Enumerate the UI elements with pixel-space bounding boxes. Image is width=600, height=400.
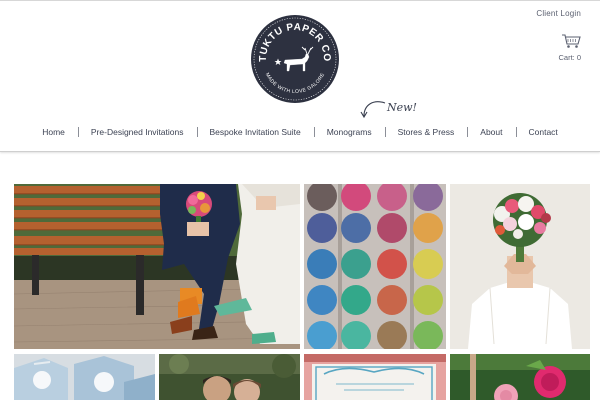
invitation-card-photo bbox=[304, 354, 446, 400]
nav-bespoke-invitation-suite[interactable]: Bespoke Invitation Suite bbox=[196, 126, 314, 138]
gallery-tile-invitation-card[interactable] bbox=[304, 354, 446, 400]
cart-label: Cart: 0 bbox=[558, 53, 581, 62]
nav-stores-press[interactable]: Stores & Press bbox=[384, 126, 468, 138]
site-logo[interactable]: TUKTU PAPER CO MADE WITH LOVE GALORE bbox=[250, 14, 340, 104]
woman-with-bouquet-photo bbox=[450, 184, 590, 349]
nav-about[interactable]: About bbox=[467, 126, 515, 138]
favor-boxes-photo bbox=[14, 354, 155, 400]
nav-monograms[interactable]: Monograms bbox=[313, 126, 385, 138]
nav-contact[interactable]: Contact bbox=[515, 126, 571, 138]
couple-portrait-photo bbox=[159, 354, 300, 400]
logo-badge: TUKTU PAPER CO MADE WITH LOVE GALORE bbox=[251, 15, 339, 103]
client-login-link[interactable]: Client Login bbox=[536, 9, 581, 18]
gallery-tile-couple-portrait[interactable] bbox=[159, 354, 300, 400]
gallery-tile-watercolor-palette[interactable] bbox=[304, 184, 446, 349]
nav-home[interactable]: Home bbox=[29, 126, 78, 138]
photo-gallery bbox=[0, 152, 600, 400]
main-nav: Home Pre-Designed Invitations Bespoke In… bbox=[0, 125, 600, 139]
couple-on-bench-photo bbox=[14, 184, 300, 349]
gallery-tile-couple-on-bench[interactable] bbox=[14, 184, 300, 349]
pink-roses-photo bbox=[450, 354, 590, 400]
site-header: Client Login Cart: 0 TUKTU PAPER CO MADE… bbox=[0, 0, 600, 152]
nav-pre-designed-invitations[interactable]: Pre-Designed Invitations bbox=[77, 126, 197, 138]
gallery-tile-favor-boxes[interactable] bbox=[14, 354, 155, 400]
watercolor-palette-photo bbox=[304, 184, 446, 349]
gallery-tile-pink-roses[interactable] bbox=[450, 354, 590, 400]
cart-icon bbox=[562, 34, 581, 48]
gallery-tile-woman-with-bouquet[interactable] bbox=[450, 184, 590, 349]
new-badge-label: New! bbox=[387, 101, 417, 114]
cart-button[interactable]: Cart: 0 bbox=[541, 33, 581, 62]
